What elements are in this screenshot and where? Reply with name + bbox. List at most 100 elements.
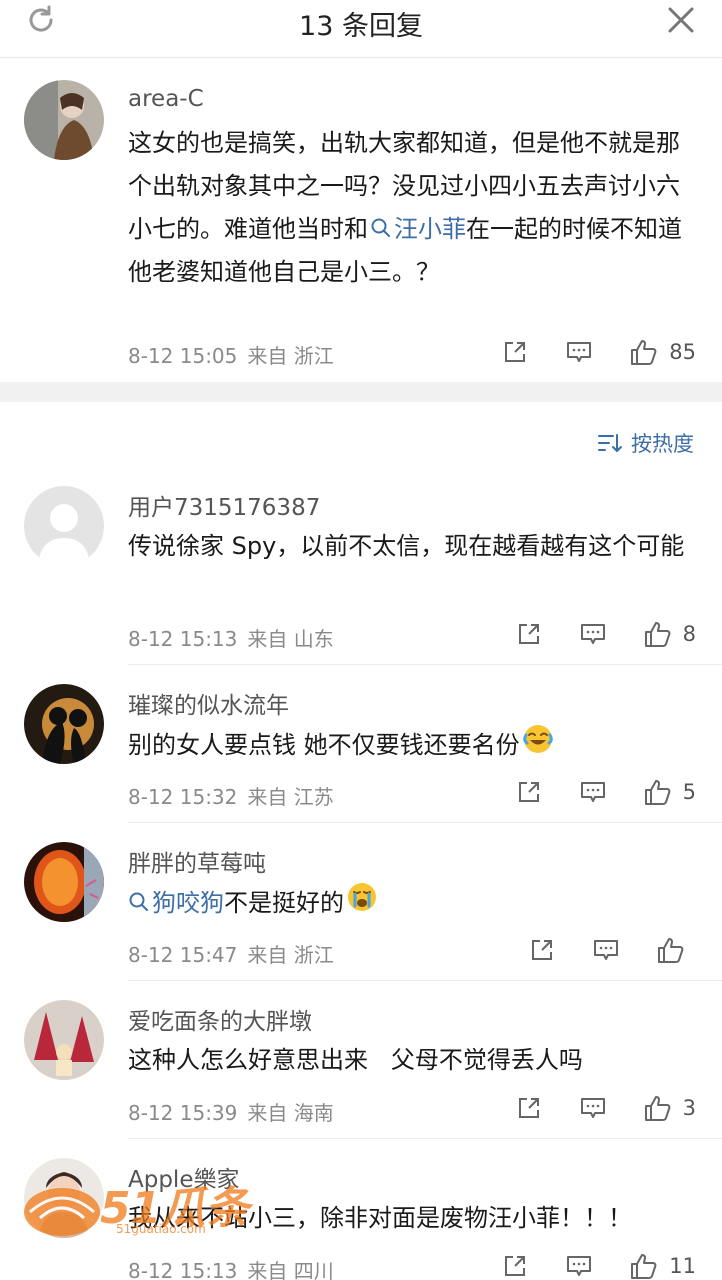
avatar[interactable] xyxy=(24,684,104,764)
comment-actions: 11 xyxy=(465,1250,696,1280)
username[interactable]: 胖胖的草莓吨 xyxy=(128,844,266,878)
like-button[interactable]: 85 xyxy=(629,337,696,367)
comment-actions: 8 xyxy=(479,618,696,650)
username[interactable]: 爱吃面条的大胖墩 xyxy=(128,1002,312,1036)
topic-label: 汪小菲 xyxy=(394,215,466,243)
share-button[interactable] xyxy=(501,338,529,366)
avatar[interactable] xyxy=(24,842,104,922)
topic-link[interactable]: 汪小菲 xyxy=(368,215,466,243)
like-button[interactable]: 8 xyxy=(643,619,696,649)
avatar[interactable] xyxy=(24,80,104,160)
username[interactable]: 用户7315176387 xyxy=(128,488,320,522)
comment-actions: 3 xyxy=(479,1092,696,1124)
divider xyxy=(128,980,722,981)
comment-text: 传说徐家 Spy，以前不太信，现在越看越有这个可能 xyxy=(128,532,685,560)
search-icon xyxy=(371,218,390,237)
avatar[interactable] xyxy=(24,1000,104,1080)
header-bar: 13 条回复 xyxy=(0,0,722,58)
like-button[interactable]: 3 xyxy=(643,1093,696,1123)
location: 来自 山东 xyxy=(247,627,334,651)
thumbs-up-icon xyxy=(658,938,684,963)
reply-button[interactable] xyxy=(565,338,593,366)
comment-text: 我从来不站小三，除非对面是废物汪小菲！！！ xyxy=(128,1204,632,1232)
reply-button[interactable] xyxy=(565,1252,593,1280)
topic-link[interactable]: 狗咬狗 xyxy=(128,889,224,917)
timestamp: 8-12 15:47 xyxy=(128,943,238,967)
like-count: 85 xyxy=(669,340,696,364)
share-icon xyxy=(505,342,526,362)
share-icon xyxy=(505,1256,526,1276)
comment-text-part: 别的女人要点钱 她不仅要钱还要名份 xyxy=(128,731,520,759)
divider xyxy=(128,1138,722,1139)
thumbs-up-icon xyxy=(644,780,671,805)
avatar[interactable] xyxy=(24,1158,104,1238)
timestamp: 8-12 15:32 xyxy=(128,785,238,809)
sort-button[interactable]: 按热度 xyxy=(597,428,694,458)
comment-icon xyxy=(594,940,618,960)
like-count: 3 xyxy=(682,1096,696,1120)
location: 来自 四川 xyxy=(247,1259,334,1280)
share-icon xyxy=(532,940,552,960)
comment-icon xyxy=(580,624,605,644)
share-button[interactable] xyxy=(501,1252,529,1280)
comment-text: 这女的也是搞笑，出轨大家都知道，但是他不就是那个出轨对象其中之一吗？没见过小四小… xyxy=(128,122,694,294)
close-icon[interactable] xyxy=(664,3,698,37)
reply-button[interactable] xyxy=(579,1094,607,1122)
crying-emoji-icon xyxy=(346,881,378,927)
timestamp: 8-12 15:13 xyxy=(128,1259,238,1280)
username[interactable]: 璀璨的似水流年 xyxy=(128,686,289,720)
username[interactable]: area-C xyxy=(128,86,204,112)
reply-item: 璀璨的似水流年 别的女人要点钱 她不仅要钱还要名份 8-12 15:32 来自 江… xyxy=(0,684,722,823)
comment-icon xyxy=(580,1098,605,1118)
like-count: 5 xyxy=(682,780,696,804)
comment-meta: 8-12 15:05 来自 浙江 xyxy=(128,340,344,369)
reply-button[interactable] xyxy=(592,936,620,964)
share-icon xyxy=(518,782,539,802)
comment-icon xyxy=(580,782,605,802)
share-button[interactable] xyxy=(515,1094,543,1122)
like-count: 11 xyxy=(669,1254,696,1278)
share-button[interactable] xyxy=(515,620,543,648)
timestamp: 8-12 15:13 xyxy=(128,627,238,651)
reply-button[interactable] xyxy=(579,778,607,806)
comment-text: 这种人怎么好意思出来 父母不觉得丢人吗 xyxy=(128,1046,583,1074)
location: 来自 浙江 xyxy=(247,344,334,368)
location: 来自 海南 xyxy=(247,1101,334,1125)
laugh-cry-emoji-icon xyxy=(522,723,554,769)
topic-label: 狗咬狗 xyxy=(152,889,224,917)
reply-item: 爱吃面条的大胖墩 这种人怎么好意思出来 父母不觉得丢人吗 8-12 15:39 来… xyxy=(0,1000,722,1139)
timestamp: 8-12 15:39 xyxy=(128,1101,238,1125)
reply-item: 胖胖的草莓吨 狗咬狗不是挺好的 8-12 15:47 来自 浙江 xyxy=(0,842,722,981)
comment-icon xyxy=(567,342,592,362)
reply-item: 用户7315176387 传说徐家 Spy，以前不太信，现在越看越有这个可能 8… xyxy=(0,484,722,665)
comment-actions xyxy=(492,934,696,966)
like-button[interactable]: 11 xyxy=(629,1251,696,1280)
like-button[interactable] xyxy=(656,935,696,965)
thumbs-up-icon xyxy=(631,340,657,365)
location: 来自 浙江 xyxy=(247,943,334,967)
comment-meta: 8-12 15:47 来自 浙江 xyxy=(128,939,344,968)
share-icon xyxy=(518,1098,539,1118)
like-button[interactable]: 5 xyxy=(643,777,696,807)
reply-button[interactable] xyxy=(579,620,607,648)
thumbs-up-icon xyxy=(631,1254,657,1279)
divider xyxy=(128,664,722,665)
divider xyxy=(128,822,722,823)
share-button[interactable] xyxy=(528,936,556,964)
comment-meta: 8-12 15:32 来自 江苏 xyxy=(128,781,344,810)
comment-actions: 5 xyxy=(479,776,696,808)
comment-text: 狗咬狗不是挺好的 xyxy=(128,881,694,927)
section-divider xyxy=(0,382,722,402)
share-icon xyxy=(518,624,539,644)
comment-text-part: 不是挺好的 xyxy=(224,889,344,917)
comment-icon xyxy=(567,1256,592,1276)
avatar[interactable] xyxy=(24,486,104,566)
comment-meta: 8-12 15:13 来自 四川 xyxy=(128,1255,344,1280)
comment-meta: 8-12 15:13 来自 山东 xyxy=(128,623,344,652)
sort-label: 按热度 xyxy=(631,432,694,456)
share-button[interactable] xyxy=(515,778,543,806)
username[interactable]: Apple樂家 xyxy=(128,1160,239,1194)
main-comment: area-C 这女的也是搞笑，出轨大家都知道，但是他不就是那个出轨对象其中之一吗… xyxy=(0,60,722,382)
sort-icon xyxy=(598,434,622,452)
comment-actions: 85 xyxy=(465,336,696,368)
